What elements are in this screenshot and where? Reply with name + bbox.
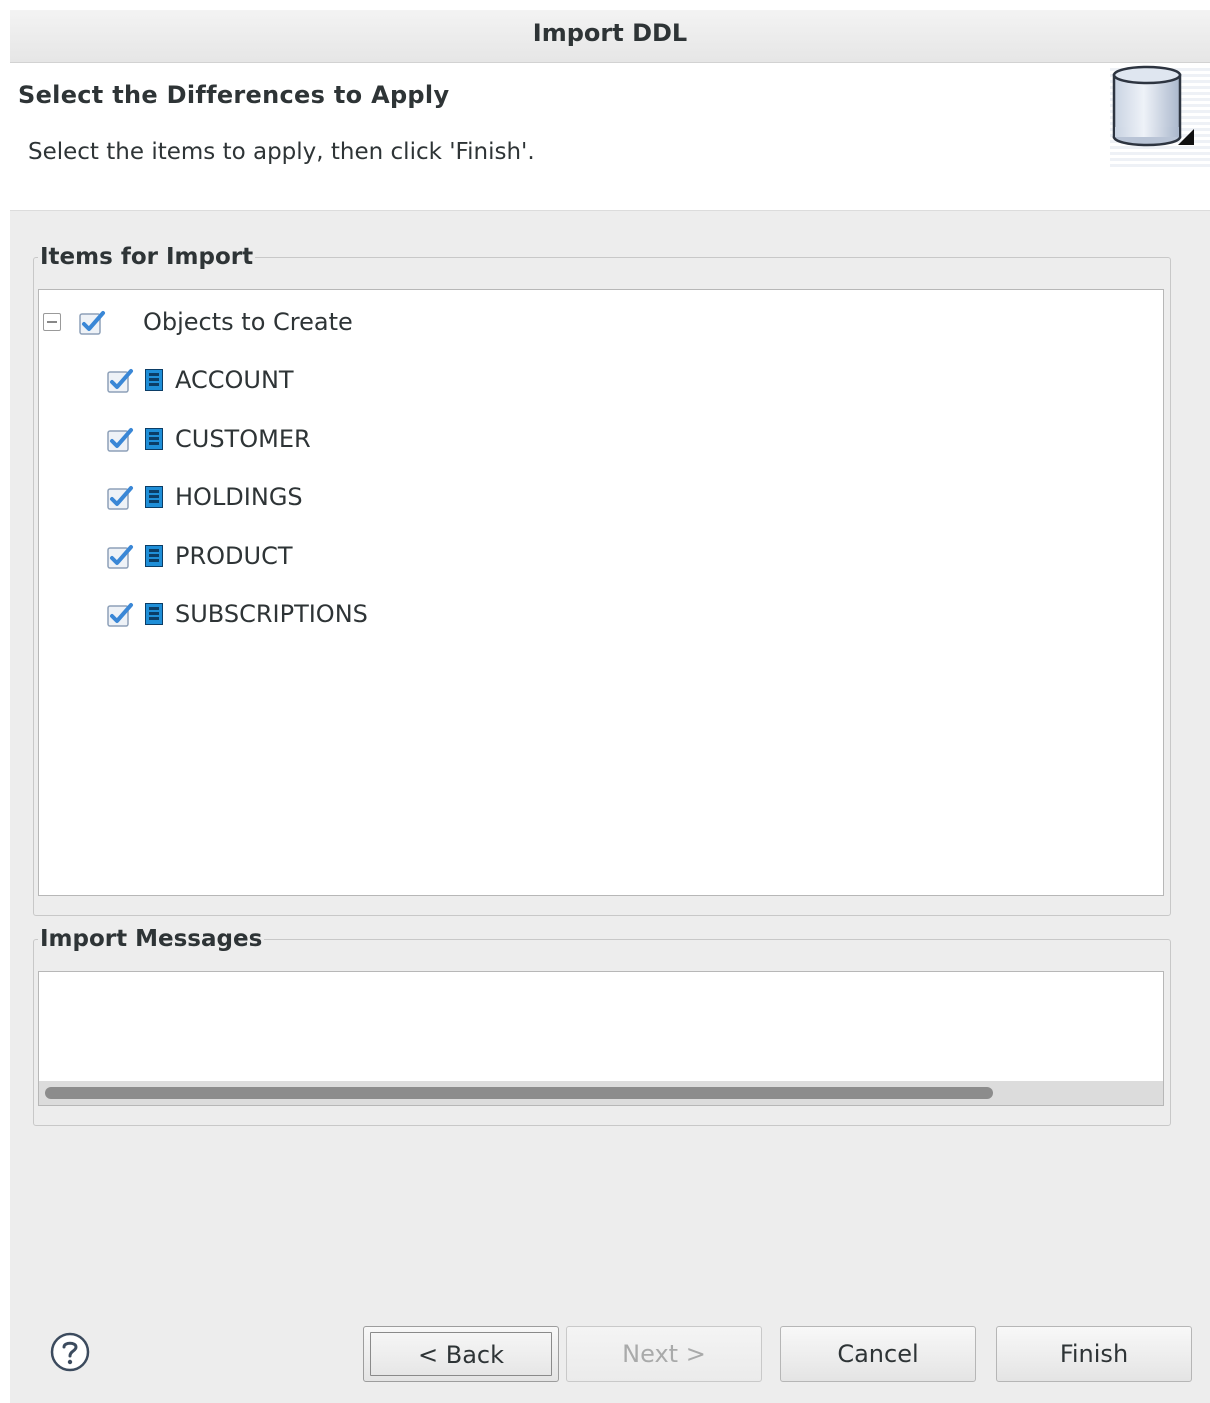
import-ddl-dialog: Import DDL Select the Differences to App… [10,10,1210,1403]
tree-label-product: PRODUCT [175,542,293,570]
back-button[interactable]: < Back [363,1326,559,1382]
checkbox-objects-to-create[interactable] [79,310,105,335]
import-items-tree[interactable]: Objects to Create ACCOUNT CUSTOMER HOLDI… [38,289,1164,896]
table-icon [145,428,163,450]
tree-label-objects-to-create: Objects to Create [143,308,353,336]
tree-row-objects-to-create[interactable]: Objects to Create [43,302,353,342]
tree-label-subscriptions: SUBSCRIPTIONS [175,600,368,628]
horizontal-scrollbar[interactable] [39,1081,1163,1105]
items-for-import-legend: Items for Import [40,244,254,270]
checkbox-product[interactable] [107,544,133,569]
back-button-label: < Back [370,1332,552,1376]
database-icon [1110,65,1210,169]
next-button[interactable]: Next > [566,1326,762,1382]
help-icon[interactable] [50,1332,90,1372]
tree-row-subscriptions[interactable]: SUBSCRIPTIONS [107,594,368,634]
checkbox-holdings[interactable] [107,485,133,510]
table-icon [145,545,163,567]
window-title: Import DDL [10,10,1210,63]
table-icon [145,486,163,508]
cancel-button[interactable]: Cancel [780,1326,976,1382]
banner-separator [10,210,1210,211]
checkbox-subscriptions[interactable] [107,602,133,627]
wizard-banner: Select the Differences to Apply Select t… [10,63,1210,211]
page-description: Select the items to apply, then click 'F… [28,139,535,165]
table-icon [145,603,163,625]
tree-row-customer[interactable]: CUSTOMER [107,419,311,459]
tree-row-product[interactable]: PRODUCT [107,536,293,576]
import-messages-legend: Import Messages [40,926,263,952]
import-messages-area[interactable] [38,971,1164,1106]
tree-label-customer: CUSTOMER [175,425,311,453]
tree-row-holdings[interactable]: HOLDINGS [107,477,303,517]
collapse-icon[interactable] [43,313,61,331]
tree-label-account: ACCOUNT [175,366,294,394]
tree-row-account[interactable]: ACCOUNT [107,360,294,400]
page-title: Select the Differences to Apply [18,81,450,109]
table-icon [145,369,163,391]
finish-button[interactable]: Finish [996,1326,1192,1382]
checkbox-customer[interactable] [107,427,133,452]
scrollbar-thumb[interactable] [45,1087,993,1099]
checkbox-account[interactable] [107,368,133,393]
tree-label-holdings: HOLDINGS [175,483,303,511]
